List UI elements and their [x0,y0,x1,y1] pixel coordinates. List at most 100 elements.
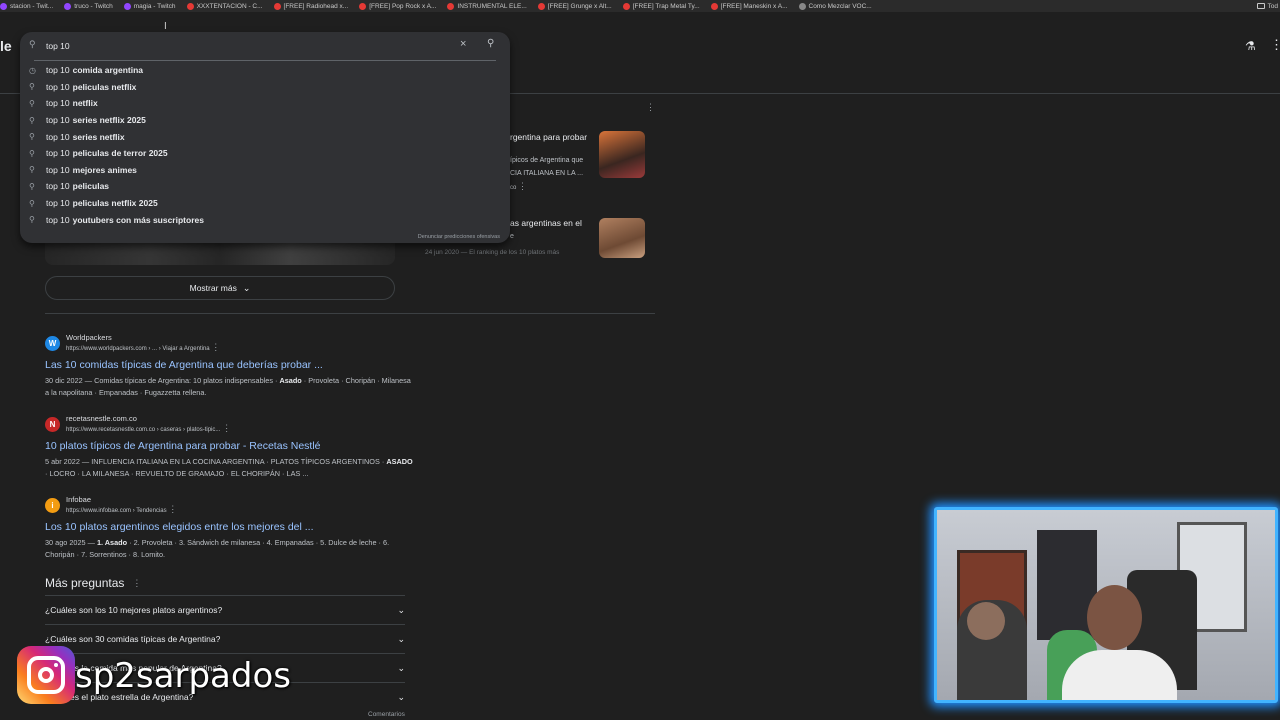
report-predictions-link[interactable]: Denunciar predicciones ofensivas [418,234,500,240]
bookmark-item[interactable]: truco - Twitch [64,2,113,10]
labs-flask-icon[interactable]: ⚗ [1245,39,1256,53]
bookmark-item[interactable]: stacion - Twit... [0,2,53,10]
panel-divider [34,60,496,61]
question-item[interactable]: ¿Cuáles son 30 comidas típicas de Argent… [45,624,405,653]
google-logo[interactable]: le [0,38,12,54]
side-card-title: rgentina para probar [510,132,588,142]
search-icon: ⚲ [29,198,35,208]
instagram-icon [17,646,75,704]
search-icon: ⚲ [29,165,35,175]
search-icon: ⚲ [29,148,35,158]
side-card-snippet: CIA ITALIANA EN LA ... [510,170,584,177]
twitch-icon [123,2,131,10]
image-strip[interactable] [45,243,395,265]
suggestion-item[interactable]: ⚲ top 10 peliculas de terror 2025 [20,145,510,162]
bookmark-item[interactable]: XXXTENTACION - C... [186,2,263,10]
suggestion-item[interactable]: ⚲ top 10 peliculas netflix [20,79,510,96]
side-card-thumbnail[interactable] [599,131,645,178]
side-card-1[interactable]: rgentina para probar ípicos de Argentina… [510,131,595,195]
youtube-icon [622,2,630,10]
side-card-meta: co ⋮ [510,181,528,191]
search-submit-icon[interactable]: ⚲ [487,38,494,49]
twitch-icon [64,2,72,10]
chevron-down-icon: ⌄ [242,282,251,293]
search-icon: ⚲ [29,98,35,108]
all-bookmarks-button[interactable]: Tod [1256,0,1280,12]
suggestion-list: ◷ top 10 comida argentina ⚲ top 10 peliculas … [20,62,510,228]
result-snippet: 30 dic 2022 — Comidas típicas de Argenti… [45,376,411,397]
site-favicon[interactable]: W [45,335,60,351]
bookmark-item[interactable]: [FREE] Grunge x Alt... [537,2,612,10]
side-card-thumbnail[interactable] [599,218,645,258]
bookmark-item[interactable]: magia - Twitch [123,2,176,10]
youtube-icon [447,2,455,10]
show-more-button[interactable]: Mostrar más ⌄ [45,276,395,300]
person-head [1087,585,1142,650]
result-snippet: 30 ago 2025 — 1. Asado · 2. Provoleta · … [45,538,390,559]
bookmark-item[interactable]: [FREE] Maneskin x A... [710,2,788,10]
apps-grid-icon[interactable]: ⋮ [1270,37,1280,53]
twitch-icon [0,2,7,10]
instagram-handle: sp2sarpados [75,656,291,696]
question-item[interactable]: ¿Cuáles son los 10 mejores platos argent… [45,595,405,624]
search-suggestions-panel: ⚲ × ⚲ ◷top 10comida argentina⚲top 10peli… [20,32,510,243]
suggestion-item[interactable]: ⚲ top 10 peliculas [20,178,510,195]
result-url[interactable]: https://www.recetasnestle.com.co › caser… [66,423,231,435]
suggestion-item[interactable]: ◷ top 10 comida argentina [20,62,510,79]
youtube-icon [710,2,718,10]
bookmark-item[interactable]: INSTRUMENTAL ELE... [447,2,527,10]
result-snippet: 5 abr 2022 — INFLUENCIA ITALIANA EN LA C… [45,457,413,478]
search-result: N recetasnestle.com.co https://www.recet… [45,414,415,480]
suggestion-item[interactable]: ⚲ top 10 netflix [20,95,510,112]
chevron-down-icon: ⌄ [397,691,405,702]
search-icon: ⚲ [29,39,36,49]
youtube-icon [273,2,281,10]
result-title-link[interactable]: Las 10 comidas típicas de Argentina que … [45,358,415,372]
result-url[interactable]: https://www.worldpackers.com › ... › Via… [66,342,220,354]
chevron-down-icon: ⌄ [397,662,405,673]
folder-icon [1256,3,1265,9]
suggestion-item[interactable]: ⚲ top 10 mejores animes [20,162,510,179]
side-card-title: as argentinas en el [510,218,582,228]
youtube-icon [186,2,194,10]
clear-icon[interactable]: × [460,38,466,50]
text-cursor-icon: I [164,21,167,32]
chevron-down-icon: ⌄ [397,604,405,615]
suggestion-item[interactable]: ⚲ top 10 youtubers con más suscriptores [20,211,510,228]
suggestion-item[interactable]: ⚲ top 10 series netflix 2025 [20,112,510,129]
bookmarks-bar: stacion - Twit... truco - Twitch magia - T… [0,0,1280,12]
search-result: i Infobae https://www.infobae.com › Tend… [45,495,415,561]
more-options-icon[interactable]: ⋮ [132,578,141,589]
result-site[interactable]: recetasnestle.com.co [66,414,231,424]
person [1062,650,1177,700]
site-favicon[interactable]: N [45,416,60,432]
result-site[interactable]: Worldpackers [66,333,220,343]
bookmark-item[interactable]: [FREE] Radiohead x... [273,2,348,10]
search-icon: ⚲ [29,82,35,92]
suggestion-item[interactable]: ⚲ top 10 series netflix [20,128,510,145]
people-also-ask-heading: Más preguntas ⋮ [45,576,142,590]
search-icon: ⚲ [29,181,35,191]
history-icon: ◷ [29,65,36,75]
site-favicon[interactable]: i [45,497,60,513]
globe-icon [798,2,806,10]
side-card-date: 24 jun 2020 — El ranking de los 10 plato… [425,249,560,256]
webcam-overlay [934,507,1278,703]
feedback-link[interactable]: Comentarios [368,711,405,718]
bookmark-item[interactable]: [FREE] Trap Metal Ty... [622,2,700,10]
search-icon: ⚲ [29,215,35,225]
result-site[interactable]: Infobae [66,495,177,505]
suggestion-item[interactable]: ⚲ top 10 peliculas netflix 2025 [20,195,510,212]
side-card-snippet: e [510,233,514,240]
side-card-snippet: ípicos de Argentina que [510,157,584,164]
side-card-2[interactable]: as argentinas en el e [510,217,595,243]
bookmark-item[interactable]: Como Mezclar VOC... [798,2,872,10]
result-title-link[interactable]: Los 10 platos argentinos elegidos entre … [45,520,415,534]
chevron-down-icon: ⌄ [397,633,405,644]
search-box: ⚲ × ⚲ [20,32,510,60]
search-input[interactable] [46,39,446,53]
result-title-link[interactable]: 10 platos típicos de Argentina para prob… [45,439,415,453]
result-url[interactable]: https://www.infobae.com › Tendencias ⋮ [66,504,177,516]
more-options-icon[interactable]: ⋮ [646,102,655,113]
bookmark-item[interactable]: [FREE] Pop Rock x A... [359,2,436,10]
